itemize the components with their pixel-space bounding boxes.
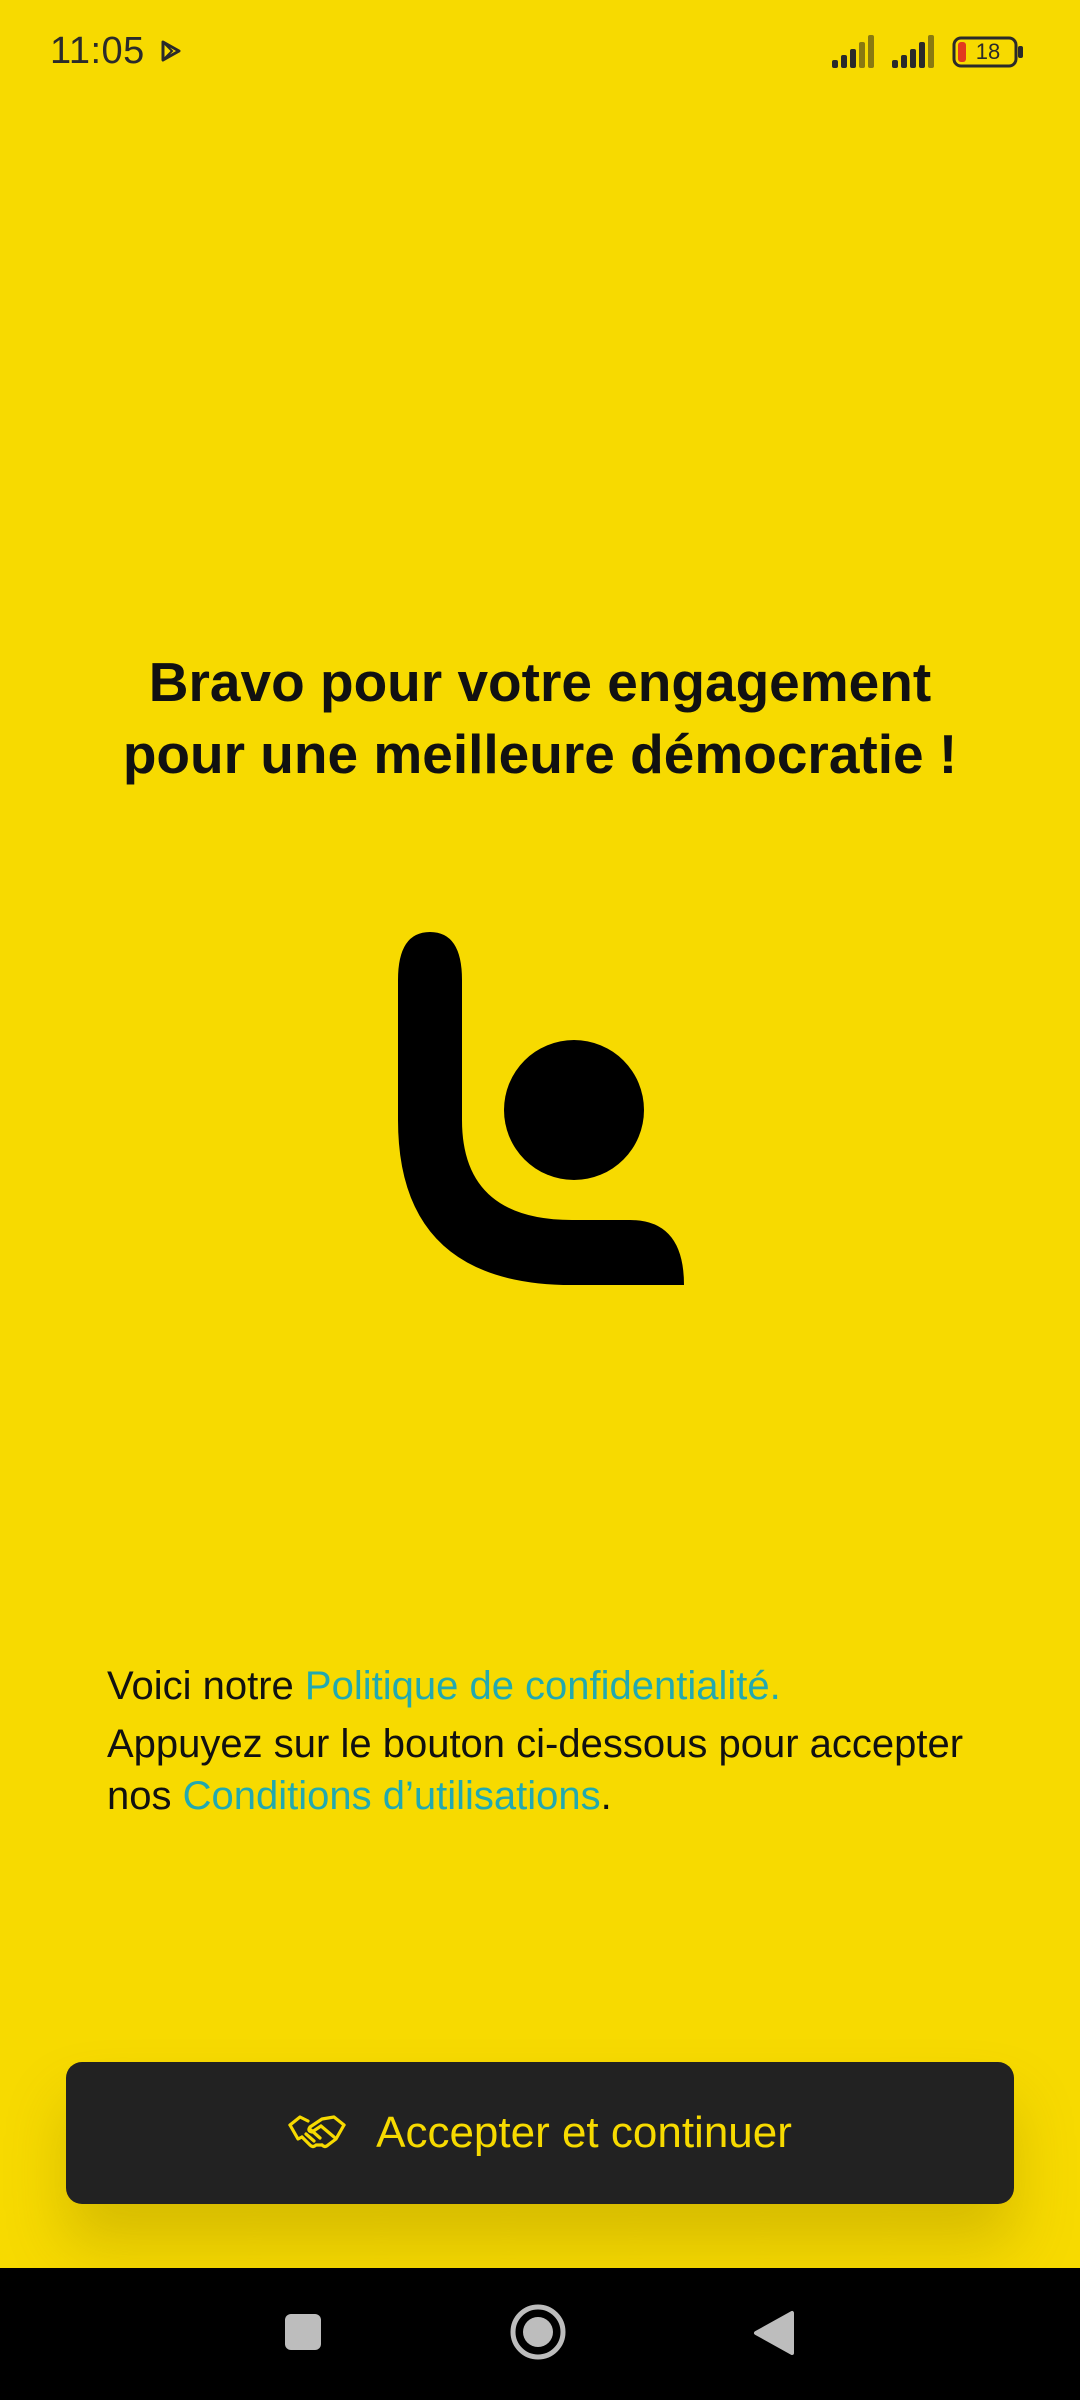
- terms-of-use-link[interactable]: Conditions d’utilisations: [183, 1774, 601, 1818]
- handshake-icon: [288, 2115, 346, 2149]
- battery-level: 18: [975, 39, 1001, 64]
- status-bar: 11:05 18: [0, 0, 1080, 104]
- signal-icon: [832, 35, 874, 68]
- privacy-line: Voici notre Politique de confidentialité…: [107, 1660, 987, 1712]
- privacy-intro: Voici notre: [107, 1664, 305, 1708]
- onboarding-screen: 11:05 18 Bravo pour votre engagement pou…: [0, 0, 1080, 2400]
- recents-icon[interactable]: [284, 2313, 322, 2351]
- navigation-bar: [0, 2268, 1080, 2400]
- app-logo-icon: [398, 932, 684, 1285]
- signal-icon: [892, 35, 934, 68]
- page-title: Bravo pour votre engagement pour une mei…: [60, 646, 1020, 790]
- title-line-2: pour une meilleure démocratie !: [122, 723, 958, 785]
- accept-and-continue-button[interactable]: Accepter et continuer: [66, 2062, 1014, 2204]
- title-line-1: Bravo pour votre engagement: [148, 651, 932, 713]
- accept-button-label: Accepter et continuer: [376, 2108, 792, 2157]
- terms-suffix: .: [600, 1774, 612, 1818]
- terms-line: Appuyez sur le bouton ci-dessous pour ac…: [107, 1718, 987, 1822]
- back-icon[interactable]: [752, 2310, 794, 2356]
- play-store-icon: [161, 40, 181, 62]
- consent-text: Voici notre Politique de confidentialité…: [107, 1660, 987, 1822]
- privacy-policy-link[interactable]: Politique de confidentialité.: [305, 1664, 781, 1708]
- home-icon[interactable]: [510, 2304, 566, 2360]
- status-time: 11:05: [50, 30, 145, 72]
